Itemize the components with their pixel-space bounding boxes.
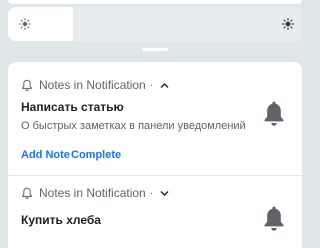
- notification-app-name: Notes in Notification: [39, 78, 146, 92]
- header-separator: ·: [149, 79, 154, 91]
- notification-app-name: Notes in Notification: [39, 186, 146, 200]
- panel-drag-handle[interactable]: [142, 48, 168, 51]
- notification-header[interactable]: Notes in Notification ·: [21, 186, 169, 200]
- add-note-button[interactable]: Add Note: [21, 149, 70, 161]
- notification-card[interactable]: Notes in Notification · Купить хлеба: [8, 176, 302, 248]
- complete-button[interactable]: Complete: [71, 149, 121, 161]
- notification-header[interactable]: Notes in Notification ·: [21, 78, 169, 92]
- bell-icon: [22, 187, 32, 199]
- header-separator: ·: [149, 187, 154, 199]
- notification-title: Купить хлеба: [21, 213, 101, 227]
- brightness-slider[interactable]: [8, 7, 302, 41]
- chevron-up-icon[interactable]: [160, 82, 169, 89]
- brightness-slider-track[interactable]: [73, 7, 302, 41]
- brightness-low-icon: [19, 18, 31, 30]
- bell-icon: [264, 206, 284, 231]
- quick-settings-panel-edge: [8, 0, 302, 4]
- notification-body: О быстрых заметках в панели уведомлений: [21, 120, 246, 132]
- brightness-slider-fill: [8, 7, 73, 41]
- bell-icon: [264, 101, 284, 126]
- bell-icon: [22, 79, 32, 91]
- notification-card[interactable]: Notes in Notification · Написать статью …: [8, 62, 302, 175]
- brightness-high-icon: [282, 18, 294, 30]
- chevron-down-icon[interactable]: [160, 190, 169, 197]
- notification-title: Написать статью: [21, 100, 124, 114]
